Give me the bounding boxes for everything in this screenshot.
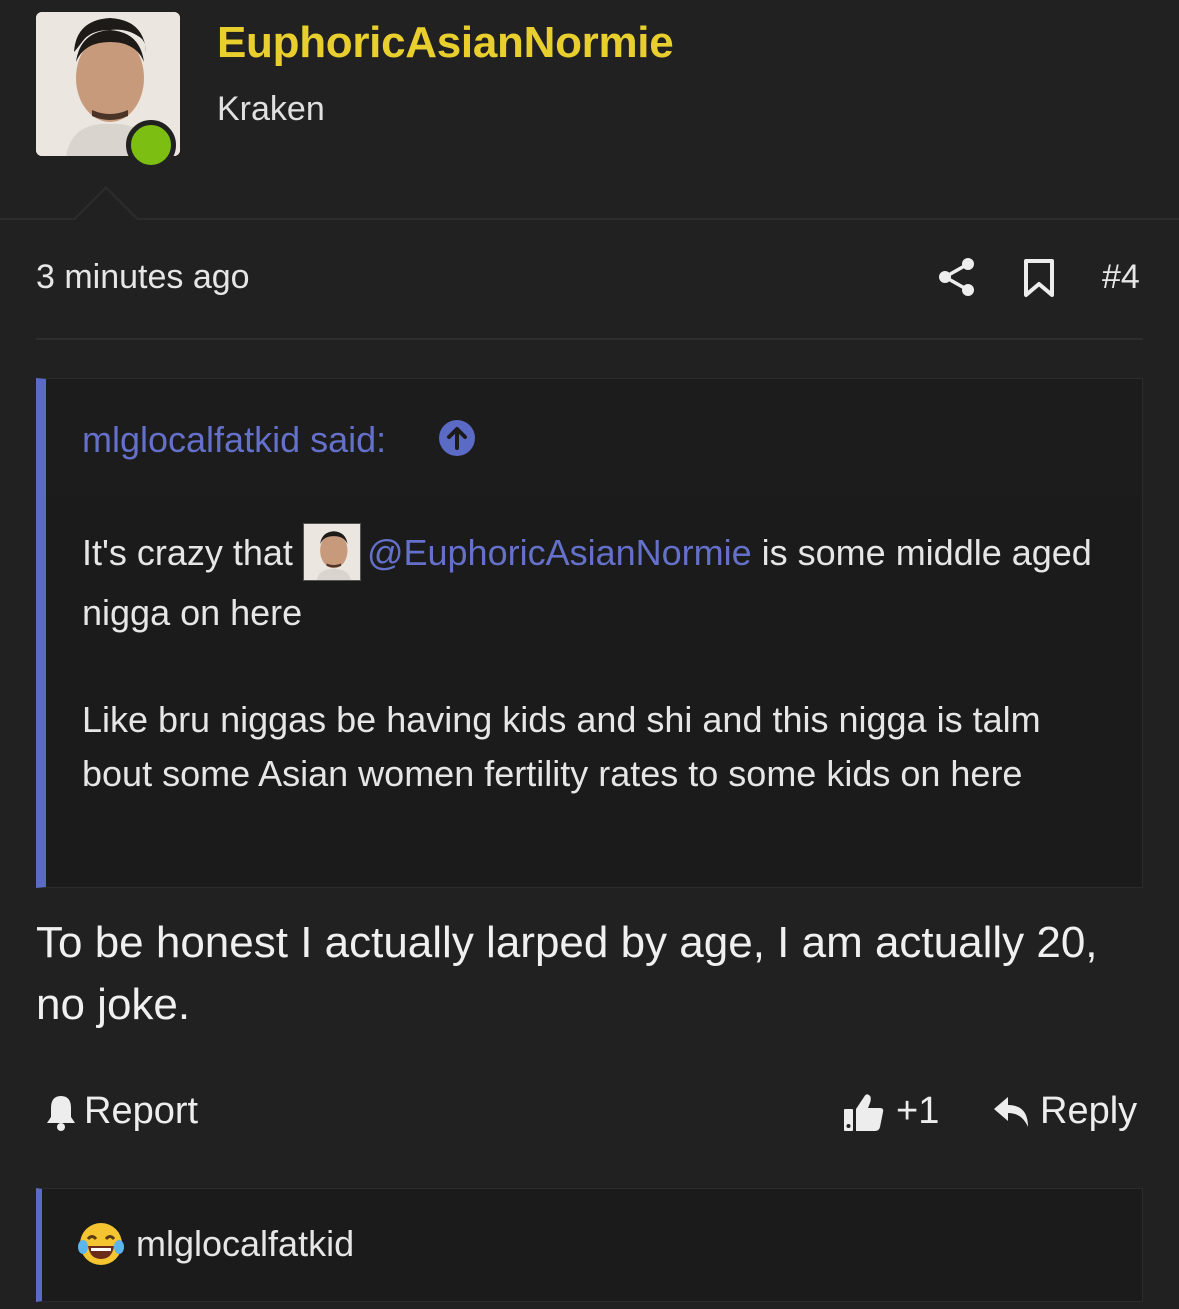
post-timestamp[interactable]: 3 minutes ago [36,258,250,297]
header-pointer-inner [74,189,138,221]
report-button[interactable]: Report [44,1090,198,1133]
like-count: +1 [896,1090,940,1132]
share-icon[interactable] [936,256,978,298]
laughing-crying-emoji-icon [78,1223,124,1265]
reaction-username[interactable]: mlglocalfatkid [136,1223,354,1265]
bell-icon [47,1095,75,1131]
reactions-bar[interactable]: mlglocalfatkid [36,1188,1143,1302]
reply-button[interactable]: Reply [992,1090,1137,1133]
username[interactable]: EuphoricAsianNormie [217,18,674,68]
like-button[interactable]: +1 [842,1090,939,1133]
reply-arrow-icon [994,1096,1028,1127]
post-message: To be honest I actually larped by age, I… [36,918,1098,1029]
post-number-link[interactable]: #4 [1102,258,1140,297]
quote-author-link[interactable]: mlglocalfatkid said: [82,419,386,461]
user-mention-link[interactable]: @EuphoricAsianNormie [367,532,752,573]
online-status-indicator [126,120,176,170]
user-title: Kraken [217,90,325,128]
reply-label: Reply [1040,1090,1138,1132]
quote-text-before: It's crazy that [82,532,303,573]
post-header: EuphoricAsianNormie Kraken [0,0,1179,220]
bookmark-icon[interactable] [1022,258,1056,298]
quote-paragraph-1: It's crazy that @EuphoricAsianNormie is … [82,523,1102,643]
thumbs-up-icon [844,1093,884,1131]
quote-block: mlglocalfatkid said: It's crazy that @Eu… [36,378,1143,888]
quote-header: mlglocalfatkid said: [46,379,1142,495]
mention-avatar [302,523,361,581]
quote-paragraph-2: Like bru niggas be having kids and shi a… [82,699,1041,794]
divider [36,338,1143,340]
report-label: Report [84,1090,199,1132]
arrow-up-circle-icon[interactable] [438,419,476,457]
